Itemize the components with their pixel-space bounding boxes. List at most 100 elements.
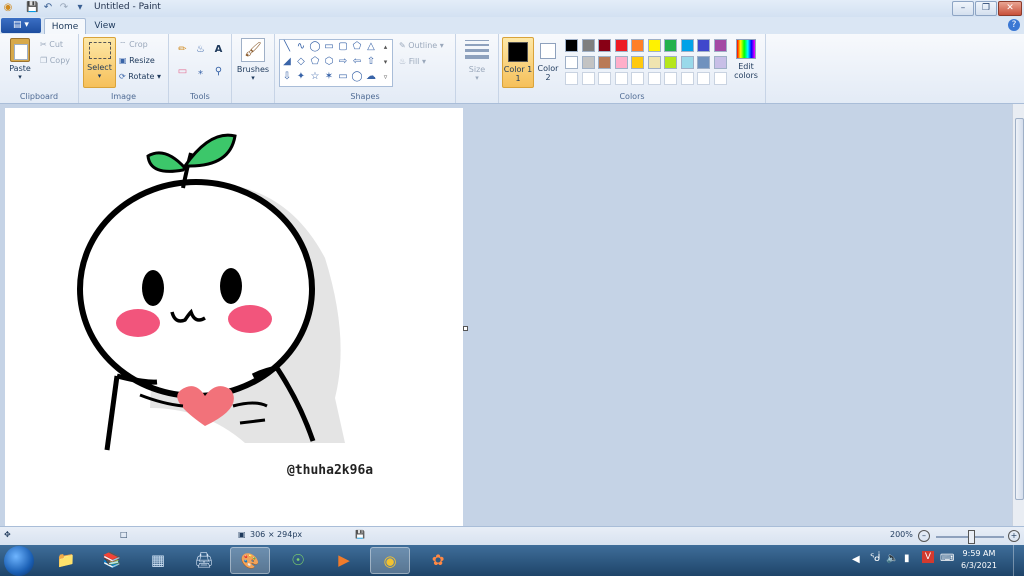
palette-swatch[interactable]: [631, 55, 644, 69]
close-button[interactable]: ✕: [998, 1, 1022, 16]
palette-swatch[interactable]: [565, 39, 578, 52]
paint-taskbar-icon[interactable]: 🎨: [230, 547, 270, 574]
cut-button[interactable]: ✂ Cut: [40, 40, 63, 49]
select-button[interactable]: Select ▾: [83, 37, 116, 88]
palette-swatch[interactable]: [598, 72, 611, 85]
fill-button[interactable]: ♨ Fill ▾: [399, 57, 426, 66]
palette-swatch[interactable]: [581, 39, 595, 52]
quick-access-dropdown-icon[interactable]: ▾: [74, 2, 86, 14]
zoom-out-button[interactable]: –: [918, 530, 930, 542]
curve-shape-icon[interactable]: ∿: [294, 40, 308, 54]
text-tool-icon[interactable]: A: [211, 42, 226, 57]
scrollbar-thumb[interactable]: [1015, 118, 1024, 500]
triangle-shape-icon[interactable]: △: [364, 40, 378, 54]
palette-swatch[interactable]: [614, 55, 628, 69]
arrow-right-shape-icon[interactable]: ⇨: [336, 55, 350, 69]
palette-swatch[interactable]: [614, 72, 628, 85]
outline-button[interactable]: ✎ Outline ▾: [399, 41, 444, 50]
chrome-icon[interactable]: ◉: [370, 547, 410, 574]
arrow-up-shape-icon[interactable]: ⇧: [364, 55, 378, 69]
minimize-button[interactable]: –: [952, 1, 974, 16]
arrow-down-shape-icon[interactable]: ⇩: [280, 70, 294, 84]
clock-date[interactable]: 6/3/2021: [954, 561, 1004, 570]
network-signal-icon[interactable]: ▮: [904, 553, 910, 564]
line-shape-icon[interactable]: ╲: [280, 40, 294, 54]
oval-shape-icon[interactable]: ◯: [308, 40, 322, 54]
paste-button[interactable]: Paste ▾: [6, 38, 34, 81]
shapes-scroll-up-icon[interactable]: ▴: [380, 40, 391, 54]
calculator-icon[interactable]: ▦: [138, 547, 178, 574]
palette-swatch[interactable]: [631, 39, 644, 52]
eraser-icon[interactable]: ▭: [175, 64, 190, 79]
palette-swatch[interactable]: [647, 39, 661, 52]
callout-oval-shape-icon[interactable]: ◯: [350, 70, 364, 84]
polygon-shape-icon[interactable]: ⬠: [350, 40, 364, 54]
shapes-scroll-down-icon[interactable]: ▾: [380, 55, 391, 69]
size-button[interactable]: Size ▾: [462, 40, 492, 82]
file-explorer-icon[interactable]: 📁: [46, 547, 86, 574]
palette-swatch[interactable]: [713, 72, 727, 85]
rounded-rectangle-shape-icon[interactable]: ▢: [336, 40, 350, 54]
copy-button[interactable]: ❐ Copy: [40, 56, 70, 65]
show-desktop-button[interactable]: [1013, 545, 1024, 576]
four-point-star-shape-icon[interactable]: ✦: [294, 70, 308, 84]
shapes-expand-icon[interactable]: ▿: [380, 70, 391, 84]
palette-swatch[interactable]: [598, 39, 611, 52]
pencil-icon[interactable]: ✏: [175, 42, 190, 57]
fill-bucket-icon[interactable]: ♨: [193, 42, 208, 57]
bluetooth-icon[interactable]: ᖂ: [870, 553, 880, 564]
start-button[interactable]: [4, 546, 34, 576]
help-icon[interactable]: ?: [1008, 19, 1020, 31]
pentagon-shape-icon[interactable]: ⬠: [308, 55, 322, 69]
color-picker-icon[interactable]: ⁎: [193, 64, 208, 79]
rectangle-shape-icon[interactable]: ▭: [322, 40, 336, 54]
resize-button[interactable]: ▣ Resize: [119, 56, 155, 65]
palette-swatch[interactable]: [565, 55, 578, 69]
palette-swatch[interactable]: [614, 39, 628, 52]
color2-button[interactable]: Color 2: [535, 37, 561, 82]
browser-alt-icon[interactable]: ☉: [278, 547, 318, 574]
palette-swatch[interactable]: [680, 39, 694, 52]
photo-app-icon[interactable]: ✿: [418, 547, 458, 574]
canvas-resize-handle[interactable]: [463, 326, 468, 331]
rotate-button[interactable]: ⟳ Rotate ▾: [119, 72, 161, 81]
arrow-left-shape-icon[interactable]: ⇦: [350, 55, 364, 69]
palette-swatch[interactable]: [713, 39, 727, 52]
media-player-icon[interactable]: ▶: [324, 547, 364, 574]
color1-button[interactable]: Color 1 1: [502, 37, 534, 88]
palette-swatch[interactable]: [680, 72, 694, 85]
undo-icon[interactable]: ↶: [42, 2, 54, 14]
crop-button[interactable]: ⌔ Crop: [119, 40, 148, 50]
tray-expand-icon[interactable]: ◀: [852, 554, 860, 565]
palette-swatch[interactable]: [581, 72, 595, 85]
volume-icon[interactable]: 🔈: [886, 553, 898, 564]
palette-swatch[interactable]: [664, 72, 677, 85]
palette-swatch[interactable]: [581, 55, 595, 69]
six-point-star-shape-icon[interactable]: ✶: [322, 70, 336, 84]
palette-swatch[interactable]: [647, 55, 661, 69]
file-menu-button[interactable]: ▤ ▾: [1, 18, 41, 33]
shapes-gallery[interactable]: ╲ ∿ ◯ ▭ ▢ ⬠ △ ◢ ◇ ⬠ ⬡ ⇨ ⇦ ⇧ ⇩ ✦ ☆ ✶ ▭ ◯ …: [279, 39, 393, 87]
palette-swatch[interactable]: [664, 39, 677, 52]
palette-swatch[interactable]: [565, 72, 578, 85]
palette-swatch[interactable]: [631, 72, 644, 85]
palette-swatch[interactable]: [697, 72, 710, 85]
cloud-shape-icon[interactable]: ☁: [364, 70, 378, 84]
palette-swatch[interactable]: [647, 72, 661, 85]
brushes-button[interactable]: 🖌 Brushes ▾: [236, 38, 270, 82]
drawing-canvas[interactable]: @thuha2k96a: [5, 108, 463, 526]
palette-swatch[interactable]: [598, 55, 611, 69]
clock-time[interactable]: 9:59 AM: [954, 549, 1004, 558]
antivirus-icon[interactable]: V: [922, 551, 934, 563]
palette-swatch[interactable]: [664, 55, 677, 69]
hexagon-shape-icon[interactable]: ⬡: [322, 55, 336, 69]
zoom-slider-thumb[interactable]: [968, 530, 975, 544]
palette-swatch[interactable]: [697, 55, 710, 69]
zoom-in-button[interactable]: +: [1008, 530, 1020, 542]
maximize-button[interactable]: ❐: [975, 1, 997, 16]
edit-colors-button[interactable]: Edit colors: [730, 39, 762, 80]
tab-view[interactable]: View: [88, 18, 122, 34]
vertical-scrollbar[interactable]: [1012, 104, 1024, 526]
palette-swatch[interactable]: [680, 55, 694, 69]
winrar-icon[interactable]: 📚: [92, 547, 132, 574]
